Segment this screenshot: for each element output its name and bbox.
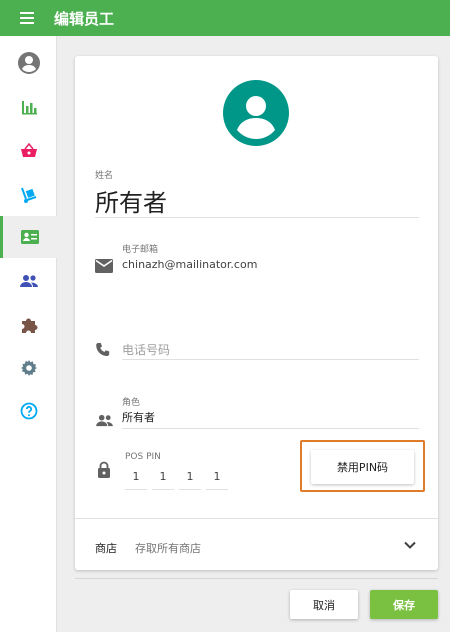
sidebar-item-reports[interactable] bbox=[0, 86, 57, 128]
gear-icon bbox=[20, 360, 37, 376]
cancel-button[interactable]: 取消 bbox=[290, 590, 358, 619]
menu-button[interactable] bbox=[0, 0, 54, 36]
menu-icon bbox=[20, 12, 34, 24]
sidebar-item-sales[interactable] bbox=[0, 130, 57, 172]
store-access-row[interactable]: 商店 存取所有商店 bbox=[75, 518, 438, 570]
footer-divider bbox=[75, 578, 438, 579]
sidebar-item-customers[interactable] bbox=[0, 260, 57, 302]
email-input[interactable]: chinazh@mailinator.com bbox=[122, 258, 257, 271]
app-bar: 编辑员工 bbox=[0, 0, 450, 36]
pin-digit-1[interactable]: 1 bbox=[125, 470, 147, 490]
pin-digit-2[interactable]: 1 bbox=[152, 470, 174, 490]
lock-icon bbox=[98, 461, 110, 478]
name-label: 姓名 bbox=[95, 171, 114, 181]
pin-digit-3[interactable]: 1 bbox=[179, 470, 201, 490]
sidebar bbox=[0, 36, 57, 632]
employee-form-card: 姓名 所有者 电子邮箱 chinazh@mailinator.com 电话号码 … bbox=[75, 56, 438, 570]
role-label: 角色 bbox=[122, 398, 141, 408]
sidebar-item-settings[interactable] bbox=[0, 347, 57, 389]
disable-pin-button[interactable]: 禁用PIN码 bbox=[311, 450, 414, 484]
basket-icon bbox=[20, 143, 37, 157]
role-people-icon bbox=[96, 414, 113, 427]
puzzle-icon bbox=[21, 318, 37, 333]
phone-icon bbox=[96, 343, 110, 356]
bar-chart-icon bbox=[21, 101, 37, 115]
phone-underline bbox=[122, 359, 419, 360]
employee-avatar-icon[interactable] bbox=[223, 80, 289, 146]
chevron-down-icon[interactable] bbox=[404, 541, 416, 549]
help-icon bbox=[20, 402, 37, 420]
role-select[interactable]: 所有者 bbox=[122, 409, 155, 425]
phone-input[interactable]: 电话号码 bbox=[122, 341, 170, 358]
save-button[interactable]: 保存 bbox=[370, 590, 438, 619]
sidebar-item-items[interactable] bbox=[0, 174, 57, 216]
role-underline bbox=[122, 428, 419, 429]
pos-pin-label: POS PIN bbox=[125, 452, 161, 462]
sidebar-item-apps[interactable] bbox=[0, 304, 57, 346]
name-underline bbox=[95, 217, 419, 218]
sidebar-item-employees[interactable] bbox=[0, 216, 57, 258]
account-circle-icon bbox=[17, 52, 40, 74]
hand-truck-icon bbox=[20, 187, 36, 203]
email-label: 电子邮箱 bbox=[122, 245, 159, 255]
email-icon bbox=[95, 259, 113, 273]
sidebar-item-account[interactable] bbox=[0, 42, 57, 84]
people-icon bbox=[19, 275, 38, 287]
page-title: 编辑员工 bbox=[54, 9, 115, 28]
pin-digit-4[interactable]: 1 bbox=[206, 470, 228, 490]
store-value: 存取所有商店 bbox=[135, 542, 201, 555]
store-label: 商店 bbox=[95, 542, 117, 555]
sidebar-item-help[interactable] bbox=[0, 390, 57, 432]
badge-icon bbox=[21, 230, 39, 244]
name-input[interactable]: 所有者 bbox=[95, 183, 167, 218]
